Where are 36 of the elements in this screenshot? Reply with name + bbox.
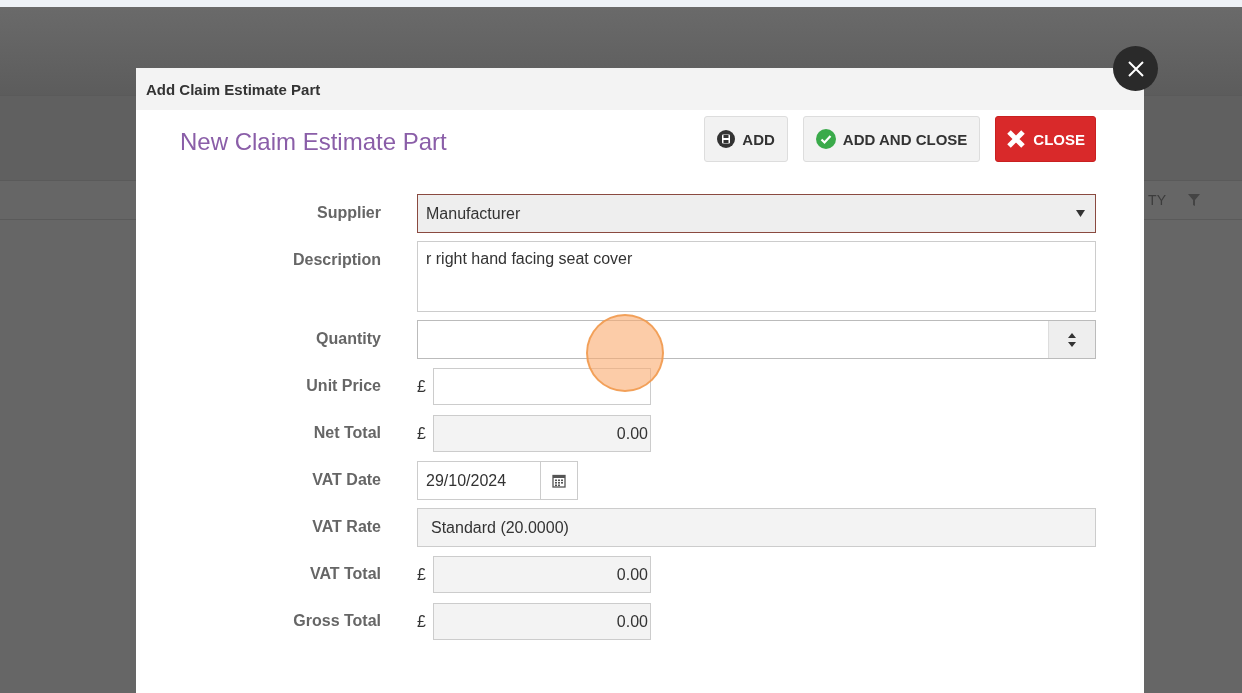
caret-icon	[1076, 210, 1085, 217]
currency-symbol: £	[417, 377, 427, 396]
save-icon	[717, 130, 736, 148]
supplier-dropdown[interactable]: Manufacturer	[417, 194, 1096, 233]
currency-symbol: £	[417, 565, 427, 584]
currency-symbol: £	[417, 612, 427, 631]
spinner-arrows-icon	[1068, 331, 1076, 348]
field-label: VAT Rate	[311, 517, 381, 536]
field-label: Description	[292, 250, 381, 269]
description-field[interactable]: r right hand facing seat cover	[417, 241, 1096, 312]
field-label: Gross Total	[292, 611, 381, 630]
close-icon	[1006, 129, 1027, 149]
field-label: Quantity	[315, 329, 381, 348]
currency-symbol: £	[417, 424, 427, 443]
add-button[interactable]: ADD	[704, 116, 788, 162]
date-field[interactable]: 29/10/2024	[417, 461, 578, 500]
amount-field[interactable]	[433, 368, 651, 405]
field-label: Supplier	[316, 203, 381, 222]
amount-field: 0.00	[433, 603, 651, 640]
close-button[interactable]: CLOSE	[995, 116, 1096, 162]
vat-rate-field: Standard (20.0000)	[417, 508, 1096, 547]
field-label: Unit Price	[305, 376, 381, 395]
close-icon	[1126, 59, 1145, 78]
field-label: VAT Total	[308, 564, 381, 583]
field-label: VAT Date	[311, 470, 381, 489]
amount-field: 0.00	[433, 556, 651, 593]
amount-field: 0.00	[433, 415, 651, 452]
form-heading: New Claim Estimate Part	[180, 128, 447, 156]
spinner-button[interactable]	[1048, 321, 1095, 358]
check-icon	[815, 129, 836, 149]
field-label: Net Total	[312, 423, 381, 442]
dialog-title: Add Claim Estimate Part	[146, 80, 321, 98]
calendar-icon[interactable]	[552, 473, 566, 488]
quantity-field[interactable]	[417, 320, 1096, 359]
filter-icon	[1188, 194, 1200, 206]
add-and-close-button[interactable]: ADD AND CLOSE	[802, 116, 981, 162]
